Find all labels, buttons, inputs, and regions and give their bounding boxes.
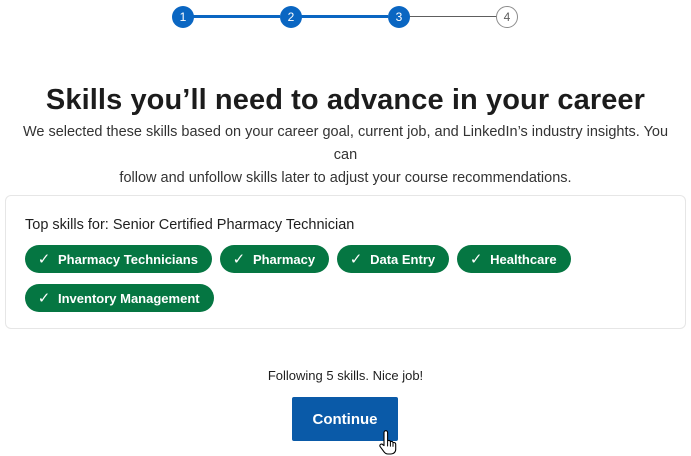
page-subtitle: We selected these skills based on your c…	[10, 121, 681, 190]
subtitle-line-1: We selected these skills based on your c…	[22, 124, 669, 163]
skills-card-title: Top skills for: Senior Certified Pharmac…	[25, 217, 355, 233]
skill-chip-inventory-management[interactable]: ✓ Inventory Management	[25, 284, 214, 312]
hand-pointer-cursor-icon	[379, 430, 397, 455]
step-2: 2	[280, 6, 302, 28]
following-status-text: Following 5 skills. Nice job!	[267, 368, 424, 383]
step-connector-2-3	[300, 15, 388, 18]
checkmark-icon: ✓	[37, 290, 51, 307]
skill-chip-healthcare[interactable]: ✓ Healthcare	[457, 245, 571, 273]
checkmark-icon: ✓	[37, 251, 51, 268]
step-1-label: 1	[179, 10, 187, 24]
skill-chip-pharmacy[interactable]: ✓ Pharmacy	[219, 245, 330, 273]
progress-stepper: 1 2 3 4	[0, 0, 691, 36]
checkmark-icon: ✓	[232, 251, 246, 268]
skill-chip-label: Pharmacy	[252, 251, 316, 267]
step-3-label: 3	[395, 10, 403, 24]
skill-chip-label: Data Entry	[370, 251, 436, 267]
page: 1 2 3 4 Skills you’ll need to advance in…	[0, 0, 691, 456]
step-connector-1-2	[192, 15, 280, 18]
step-2-label: 2	[287, 10, 295, 24]
step-3-current: 3	[388, 6, 410, 28]
skills-card: Top skills for: Senior Certified Pharmac…	[5, 195, 686, 329]
step-1: 1	[172, 6, 194, 28]
skill-chip-list: ✓ Pharmacy Technicians ✓ Pharmacy ✓ Data…	[25, 245, 665, 312]
skill-chip-data-entry[interactable]: ✓ Data Entry	[337, 245, 450, 273]
skill-chip-label: Healthcare	[490, 251, 557, 267]
step-4-label: 4	[503, 10, 511, 24]
skill-chip-label: Inventory Management	[58, 290, 200, 306]
checkmark-icon: ✓	[469, 251, 483, 268]
skill-chip-label: Pharmacy Technicians	[58, 251, 198, 267]
skill-chip-pharmacy-technicians[interactable]: ✓ Pharmacy Technicians	[25, 245, 212, 273]
step-connector-3-4	[408, 16, 498, 17]
page-title: Skills you’ll need to advance in your ca…	[45, 84, 646, 116]
step-4: 4	[496, 6, 518, 28]
checkmark-icon: ✓	[349, 251, 363, 268]
subtitle-line-2: follow and unfollow skills later to adju…	[119, 170, 572, 186]
